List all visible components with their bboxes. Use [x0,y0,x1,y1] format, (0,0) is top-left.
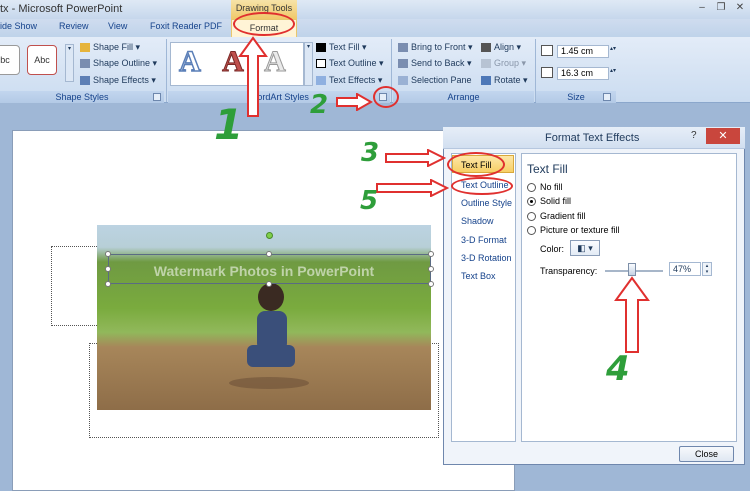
text-effects-icon [316,76,326,86]
transparency-label: Transparency: [540,266,598,276]
window-title: tx - Microsoft PowerPoint [0,3,123,15]
shape-outline-button[interactable]: Shape Outline ▾ [80,58,157,69]
nav-item-outline-style[interactable]: Outline Style [461,198,512,208]
text-fill-button[interactable]: Text Fill ▾ [316,42,367,53]
shape-styles-group-label: Shape Styles [0,91,164,103]
transparency-slider-thumb[interactable] [628,263,637,276]
rotate-button[interactable]: Rotate ▾ [481,75,528,86]
effects-icon [80,76,90,86]
no-fill-label: No fill [540,182,563,192]
step-2-label: 2 [310,90,329,120]
bring-front-icon [398,43,408,53]
gradient-fill-label: Gradient fill [540,211,586,221]
shape-style-preset-2[interactable]: Abc [27,45,57,75]
format-tab-highlight [233,12,295,36]
send-to-back-button[interactable]: Send to Back ▾ [398,58,472,69]
wordart-launcher-highlight [373,86,399,108]
tab-review[interactable]: Review [59,21,89,31]
selection-pane-button[interactable]: Selection Pane [398,75,472,86]
text-effects-button[interactable]: Text Effects ▾ [316,75,382,86]
height-spinner-icon[interactable]: ▴▾ [610,45,616,52]
paint-bucket-icon [80,43,90,53]
wordart-gallery-more-icon[interactable]: ▾ [304,42,313,86]
shape-width-icon [541,67,553,78]
right-arrow-icon [376,179,449,197]
nav-item-shadow[interactable]: Shadow [461,216,494,226]
rotate-icon [481,76,491,86]
tab-foxit-reader-pdf[interactable]: Foxit Reader PDF [150,21,222,31]
group-separator [166,39,167,102]
shape-height-icon [541,45,553,56]
send-back-icon [398,59,408,69]
group-icon [481,59,491,69]
section-title: Text Fill [527,162,568,176]
color-label: Color: [540,244,565,254]
nav-item-3d-rotation[interactable]: 3-D Rotation [461,253,512,263]
solid-fill-label: Solid fill [540,196,572,206]
shape-styles-launcher-icon[interactable] [153,93,161,101]
minimize-icon[interactable]: – [694,1,710,15]
text-fill-highlight [447,152,505,177]
color-picker-button[interactable]: ◧ ▾ [570,240,600,256]
transparency-input[interactable]: 47% [669,262,701,276]
step-5-label: 5 [360,186,379,216]
nav-item-text-box[interactable]: Text Box [461,271,496,281]
text-outline-highlight [451,177,513,195]
selection-pane-icon [398,76,408,86]
text-fill-icon [316,43,326,53]
pencil-icon [80,59,90,69]
tab-view[interactable]: View [108,21,127,31]
shape-fill-button[interactable]: Shape Fill ▾ [80,42,140,53]
resize-handle[interactable] [105,251,111,257]
watermark-selection-frame[interactable] [108,254,431,284]
picture-texture-fill-radio[interactable] [527,226,536,235]
bring-to-front-button[interactable]: Bring to Front ▾ [398,42,473,53]
resize-handle[interactable] [105,266,111,272]
shape-effects-button[interactable]: Shape Effects ▾ [80,75,156,86]
step-4-label: 4 [606,349,630,389]
transparency-spinner-icon[interactable]: ▴ ▾ [702,262,712,276]
resize-handle[interactable] [105,281,111,287]
step-3-label: 3 [361,138,380,168]
resize-handle[interactable] [266,251,272,257]
wordart-style-1[interactable]: A [175,43,205,81]
dialog-close-icon[interactable]: ✕ [706,128,740,144]
close-window-icon[interactable]: ✕ [732,1,748,15]
text-outline-icon [316,59,326,69]
align-button[interactable]: Align ▾ [481,42,521,53]
shape-width-input[interactable]: 16.3 cm [557,67,609,80]
gallery-more-icon[interactable]: ▾ [65,44,74,82]
resize-handle[interactable] [266,281,272,287]
resize-handle[interactable] [428,281,434,287]
group-button[interactable]: Group ▾ [481,58,526,69]
arrange-group-label: Arrange [393,91,534,103]
resize-handle[interactable] [428,266,434,272]
dialog-title: Format Text Effects [545,132,640,144]
nav-item-3d-format[interactable]: 3-D Format [461,235,507,245]
right-arrow-icon [336,93,373,111]
align-icon [481,43,491,53]
shape-style-preset-1[interactable]: bc [0,45,20,75]
no-fill-radio[interactable] [527,183,536,192]
restore-icon[interactable]: ❐ [713,1,729,15]
child-figure [229,283,309,389]
tab-slide-show[interactable]: ide Show [0,21,37,31]
right-arrow-icon [385,149,446,167]
step-1-label: 1 [214,100,244,149]
dialog-nav-pane [451,153,516,442]
resize-handle[interactable] [428,251,434,257]
solid-fill-radio[interactable] [527,197,536,206]
rotate-handle-icon[interactable] [266,232,273,239]
shape-height-input[interactable]: 1.45 cm [557,45,609,58]
width-spinner-icon[interactable]: ▴▾ [610,67,616,74]
close-button[interactable]: Close [679,446,734,462]
text-outline-button[interactable]: Text Outline ▾ [316,58,384,69]
gradient-fill-radio[interactable] [527,212,536,221]
help-icon[interactable]: ? [691,130,697,141]
up-arrow-icon [614,276,650,353]
picture-texture-fill-label: Picture or texture fill [540,225,620,235]
paint-bucket-icon: ◧ [577,243,586,253]
size-launcher-icon[interactable] [603,93,611,101]
slide-photo[interactable] [97,225,431,410]
